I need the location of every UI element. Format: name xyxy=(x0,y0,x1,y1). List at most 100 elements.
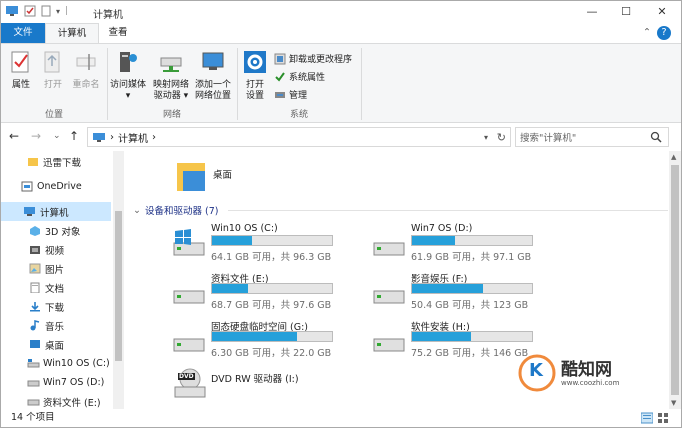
ribbon-tabs: 文件 计算机 查看 ⌃ ? xyxy=(1,23,681,43)
group-system: 打开 设置 卸载或更改程序 系统属性 管理 系统 xyxy=(238,46,360,122)
drive-usage-fill xyxy=(212,332,298,341)
details-view-icon[interactable] xyxy=(641,412,653,424)
drive-usage-bar xyxy=(211,331,333,342)
ribbon-expand-button[interactable]: ⌃ xyxy=(639,23,655,43)
hard-drive-icon xyxy=(373,290,405,304)
properties-icon xyxy=(11,51,29,73)
sidebar-scroll-thumb[interactable] xyxy=(115,211,122,361)
recent-locations-button[interactable]: ⌄ xyxy=(53,131,61,141)
check-icon xyxy=(275,71,285,82)
forward-button[interactable]: → xyxy=(31,129,41,143)
sidebar-item-computer[interactable]: 计算机 xyxy=(1,202,111,221)
close-button[interactable]: ✕ xyxy=(645,1,679,23)
sidebar-item-label: 桌面 xyxy=(45,340,65,352)
address-separator[interactable]: › xyxy=(152,132,156,143)
drive-item-c[interactable]: Win10 OS (C:) 64.1 GB 可用，共 96.3 GB xyxy=(173,221,373,267)
network-location-icon xyxy=(202,52,224,70)
add-network-location-button[interactable]: 添加一个 网络位置 xyxy=(192,50,234,102)
system-properties-button[interactable]: 系统属性 xyxy=(274,70,325,83)
sidebar-item-music[interactable]: 音乐 xyxy=(1,316,111,335)
address-separator[interactable]: › xyxy=(110,132,114,143)
desktop-folder-item[interactable]: 桌面 xyxy=(175,157,255,197)
drives-group-header[interactable]: ⌄ 设备和驱动器 (7) xyxy=(133,203,669,217)
manage-label: 管理 xyxy=(289,91,308,101)
sidebar-scrollbar[interactable] xyxy=(113,151,124,409)
large-icons-view-icon[interactable] xyxy=(657,412,669,424)
navigation-bar: ← → ⌄ ↑ › 计算机 › ▾ ↻ 搜索"计算机" xyxy=(1,123,681,151)
open-settings-label-1: 打开 xyxy=(245,80,264,90)
drive-info: 64.1 GB 可用，共 96.3 GB xyxy=(211,252,332,263)
rename-label: 重命名 xyxy=(72,80,100,90)
open-icon xyxy=(44,51,60,73)
drive-usage-bar xyxy=(411,235,533,246)
pictures-icon xyxy=(29,263,41,274)
search-icon[interactable] xyxy=(650,131,662,143)
sidebar-item-3d-objects[interactable]: 3D 对象 xyxy=(1,221,111,240)
refresh-icon[interactable]: ↻ xyxy=(497,131,506,144)
new-folder-icon[interactable] xyxy=(41,5,51,17)
drive-item-d[interactable]: Win7 OS (D:) 61.9 GB 可用，共 97.1 GB xyxy=(373,221,573,267)
open-settings-button[interactable]: 打开 设置 xyxy=(240,50,270,102)
uninstall-button[interactable]: 卸载或更改程序 xyxy=(274,52,352,65)
sidebar-item-downloads[interactable]: 下载 xyxy=(1,297,111,316)
media-server-icon xyxy=(120,52,137,72)
sidebar-item-desktop[interactable]: 桌面 xyxy=(1,335,111,354)
tab-view[interactable]: 查看 xyxy=(99,23,137,43)
scroll-down-arrow[interactable]: ▼ xyxy=(671,399,676,407)
drive-item-g[interactable]: 固态硬盘临时空间 (G:) 6.30 GB 可用，共 22.0 GB xyxy=(173,317,373,363)
properties-button[interactable]: 属性 xyxy=(7,50,35,91)
minimize-button[interactable]: — xyxy=(575,1,609,23)
status-bar: 14 个项目 xyxy=(1,409,681,427)
quick-access-dropdown[interactable]: ▾ xyxy=(56,7,60,16)
video-icon xyxy=(30,246,40,254)
rename-button[interactable]: 重命名 xyxy=(69,50,103,91)
sidebar-item-drive-d[interactable]: Win7 OS (D:) xyxy=(1,373,111,392)
address-dropdown[interactable]: ▾ xyxy=(484,133,488,142)
sidebar-item-drive-c[interactable]: Win10 OS (C:) xyxy=(1,354,111,373)
breadcrumb-computer[interactable]: 计算机 xyxy=(118,130,148,145)
header-rule xyxy=(228,209,669,211)
properties-check-icon[interactable] xyxy=(24,5,36,17)
sidebar-item-label: 迅雷下载 xyxy=(43,157,82,169)
sidebar-item-onedrive[interactable]: OneDrive xyxy=(1,177,111,196)
tab-computer[interactable]: 计算机 xyxy=(45,23,99,43)
scroll-up-arrow[interactable]: ▲ xyxy=(671,153,676,161)
desktop-folder-label: 桌面 xyxy=(213,170,233,181)
manage-button[interactable]: 管理 xyxy=(274,88,307,101)
drive-name: Win7 OS (D:) xyxy=(411,223,473,234)
access-media-button[interactable]: 访问媒体 ▾ xyxy=(108,50,148,102)
content-scrollbar[interactable]: ▲ ▼ xyxy=(669,151,681,409)
manage-icon xyxy=(275,91,285,98)
sidebar-item-documents[interactable]: 文档 xyxy=(1,278,111,297)
maximize-button[interactable]: ☐ xyxy=(609,1,643,23)
download-icon xyxy=(30,302,40,312)
sidebar-item-pictures[interactable]: 图片 xyxy=(1,259,111,278)
hard-drive-icon xyxy=(27,399,40,406)
up-button[interactable]: ↑ xyxy=(69,129,79,143)
sidebar-item-xunlei[interactable]: 迅雷下载 xyxy=(1,152,111,171)
open-settings-label-2: 设置 xyxy=(245,91,264,101)
desktop-icon xyxy=(30,340,40,348)
title-bar: ▾ | 计算机 — ☐ ✕ xyxy=(1,1,681,23)
help-button[interactable]: ? xyxy=(657,26,671,40)
watermark-logo-letter: K xyxy=(529,360,543,381)
map-network-drive-button[interactable]: 映射网络 驱动器 ▾ xyxy=(150,50,192,102)
windows-drive-icon xyxy=(173,229,205,256)
content-scroll-thumb[interactable] xyxy=(671,165,679,395)
drive-item-e[interactable]: 资料文件 (E:) 68.7 GB 可用，共 97.6 GB xyxy=(173,269,373,315)
sidebar-item-videos[interactable]: 视频 xyxy=(1,240,111,259)
tab-file[interactable]: 文件 xyxy=(1,23,45,43)
drive-item-f[interactable]: 影音娱乐 (F:) 50.4 GB 可用，共 123 GB xyxy=(373,269,573,315)
drive-info: 68.7 GB 可用，共 97.6 GB xyxy=(211,300,332,311)
hard-drive-icon xyxy=(173,338,205,352)
search-input[interactable]: 搜索"计算机" xyxy=(515,127,669,147)
watermark: K 酷知网 www.coozhi.com xyxy=(517,351,627,395)
drive-usage-fill xyxy=(212,236,252,245)
back-button[interactable]: ← xyxy=(9,129,19,143)
sidebar-item-drive-e[interactable]: 资料文件 (E:) xyxy=(1,392,111,409)
address-bar[interactable]: › 计算机 › ▾ ↻ xyxy=(87,127,511,147)
access-media-label: 访问媒体 ▾ xyxy=(109,80,146,101)
open-button[interactable]: 打开 xyxy=(39,50,67,91)
drive-item-dvd[interactable]: DVD DVD RW 驱动器 (I:) xyxy=(173,365,373,405)
group-divider xyxy=(361,48,362,120)
